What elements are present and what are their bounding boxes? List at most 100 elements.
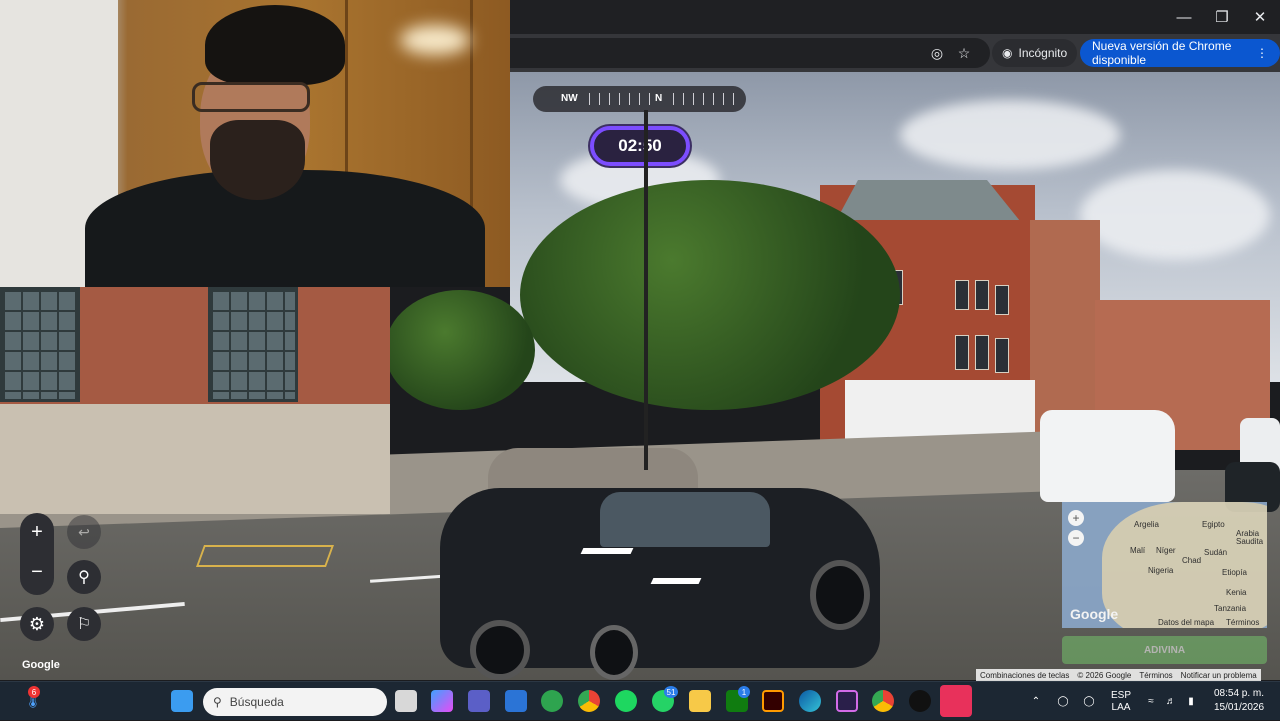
windows-start-icon[interactable] (171, 690, 193, 712)
eye-off-icon[interactable]: ◎ (926, 42, 948, 64)
volume-icon[interactable]: ♬ (1162, 682, 1180, 721)
compass-bar: NW N (533, 86, 746, 112)
cloud (900, 100, 1120, 170)
windscreen (600, 492, 770, 547)
settings-button[interactable]: ⚙ (20, 607, 54, 641)
app-icon[interactable] (541, 690, 563, 712)
keyboard-shortcuts-link[interactable]: Combinaciones de teclas (980, 671, 1069, 680)
window (955, 280, 969, 310)
zoom-in-button[interactable]: + (20, 515, 54, 549)
nav-arrow-forward[interactable] (580, 548, 634, 554)
app-icon[interactable] (836, 690, 858, 712)
guess-minimap[interactable]: + − Argelia Egipto Arabia Saudita Malí N… (1062, 502, 1267, 628)
incognito-icon: ◉ (1002, 46, 1013, 60)
spotify-icon[interactable] (615, 690, 637, 712)
tray-overflow-icon[interactable]: ⌃ (1028, 682, 1044, 721)
compass-tick (639, 93, 640, 105)
store-icon[interactable] (505, 690, 527, 712)
keyboard-layout: LAA (1111, 701, 1131, 713)
restore-icon[interactable]: ❐ (1203, 0, 1241, 34)
map-label: Egipto (1202, 520, 1225, 529)
tree (520, 180, 900, 410)
flag-button[interactable]: ⚐ (67, 607, 101, 641)
compass-tick (683, 93, 684, 105)
gear-icon: ⚙ (28, 613, 46, 634)
window (955, 335, 969, 370)
copilot-icon[interactable] (431, 690, 453, 712)
edge-icon[interactable] (799, 690, 821, 712)
person-beard (210, 120, 305, 200)
windows-taskbar: 🌡 6 ⚲ Búsqueda 51 1 ⌃ ◯ ◯ ESP LAA ≈ ♬ ▮ … (0, 681, 1280, 720)
terms-link[interactable]: Términos (1139, 671, 1172, 680)
webcam-feed (0, 0, 510, 287)
stone-plinth (0, 404, 390, 514)
compass-label-nw: NW (561, 93, 578, 104)
copyright-text: © 2026 Google (1077, 670, 1132, 680)
minimap-zoom-in[interactable]: + (1068, 510, 1084, 526)
window (208, 287, 298, 402)
report-problem-link[interactable]: Notificar un problema (1181, 671, 1257, 680)
attribution-bar: Combinaciones de teclas © 2026 Google Té… (976, 669, 1261, 681)
address-bar[interactable] (510, 38, 990, 68)
compass-tick (673, 93, 674, 105)
map-label: Etiopía (1222, 568, 1247, 577)
obs-icon[interactable] (909, 690, 931, 712)
file-explorer-icon[interactable] (689, 690, 711, 712)
window (995, 338, 1009, 373)
undo-move-button[interactable]: ↩ (67, 515, 101, 549)
nav-arrow-back[interactable] (650, 578, 702, 584)
system-clock[interactable]: 08:54 p. m. 15/01/2026 (1204, 687, 1274, 715)
compass-tick (609, 93, 610, 105)
battery-icon[interactable]: ▮ (1182, 682, 1200, 721)
map-label: Malí (1130, 546, 1146, 555)
microphone-icon[interactable]: ◯ (1080, 682, 1098, 721)
chrome-profile-icon[interactable] (872, 690, 894, 712)
compass-tick (629, 93, 630, 105)
map-terms-link[interactable]: Términos (1226, 618, 1259, 627)
compass-label-n: N (655, 93, 663, 104)
compass-tick (693, 93, 694, 105)
glasses (192, 82, 310, 112)
zoom-out-button[interactable]: − (20, 555, 54, 589)
map-label: Argelia (1134, 520, 1159, 529)
task-view-icon[interactable] (395, 690, 417, 712)
close-icon[interactable]: ✕ (1241, 0, 1279, 34)
teams-icon[interactable] (468, 690, 490, 712)
map-data-link[interactable]: Datos del mapa (1158, 618, 1214, 627)
chrome-update-button[interactable]: Nueva versión de Chrome disponible ⋮ (1080, 39, 1280, 67)
map-label: Arabia Saudita (1236, 529, 1264, 546)
illustrator-icon[interactable] (762, 690, 784, 712)
zoom-controls: + − (20, 513, 54, 595)
minimap-google-logo: Google (1070, 606, 1119, 622)
more-menu-icon[interactable]: ⋮ (1256, 46, 1268, 60)
compass-tick (713, 93, 714, 105)
wheel (590, 625, 638, 680)
active-app-icon[interactable] (940, 685, 972, 717)
network-off-icon[interactable]: ◯ (1054, 682, 1072, 721)
map-label: Sudán (1204, 548, 1228, 557)
chrome-icon[interactable] (578, 690, 600, 712)
minimize-icon[interactable]: — (1165, 0, 1203, 34)
clock-date: 15/01/2026 (1213, 702, 1265, 713)
wheel (810, 560, 870, 630)
white-van (1040, 410, 1175, 502)
browser-toolbar: ◎ ☆ ◉ Incógnito Nueva versión de Chrome … (510, 34, 1280, 72)
window (975, 335, 989, 370)
bookmark-star-icon[interactable]: ☆ (953, 42, 975, 64)
tree (385, 290, 535, 410)
map-label: Tanzania (1214, 604, 1247, 613)
google-logo: Google (22, 659, 60, 671)
minimap-zoom-out[interactable]: − (1068, 530, 1084, 546)
wifi-icon[interactable]: ≈ (1142, 682, 1160, 721)
map-label: Kenia (1226, 588, 1247, 597)
taskbar-search[interactable]: ⚲ Búsqueda (203, 688, 387, 716)
window (0, 287, 80, 402)
map-label: Nigeria (1148, 566, 1174, 575)
return-to-start-button[interactable]: ⚲ (67, 560, 101, 594)
incognito-indicator[interactable]: ◉ Incógnito (992, 39, 1078, 67)
guess-button[interactable]: ADIVINA (1062, 636, 1267, 664)
lamp-post (644, 110, 648, 470)
update-label: Nueva versión de Chrome disponible (1092, 39, 1232, 67)
wheel (470, 620, 530, 680)
language-indicator[interactable]: ESP LAA (1106, 682, 1136, 721)
